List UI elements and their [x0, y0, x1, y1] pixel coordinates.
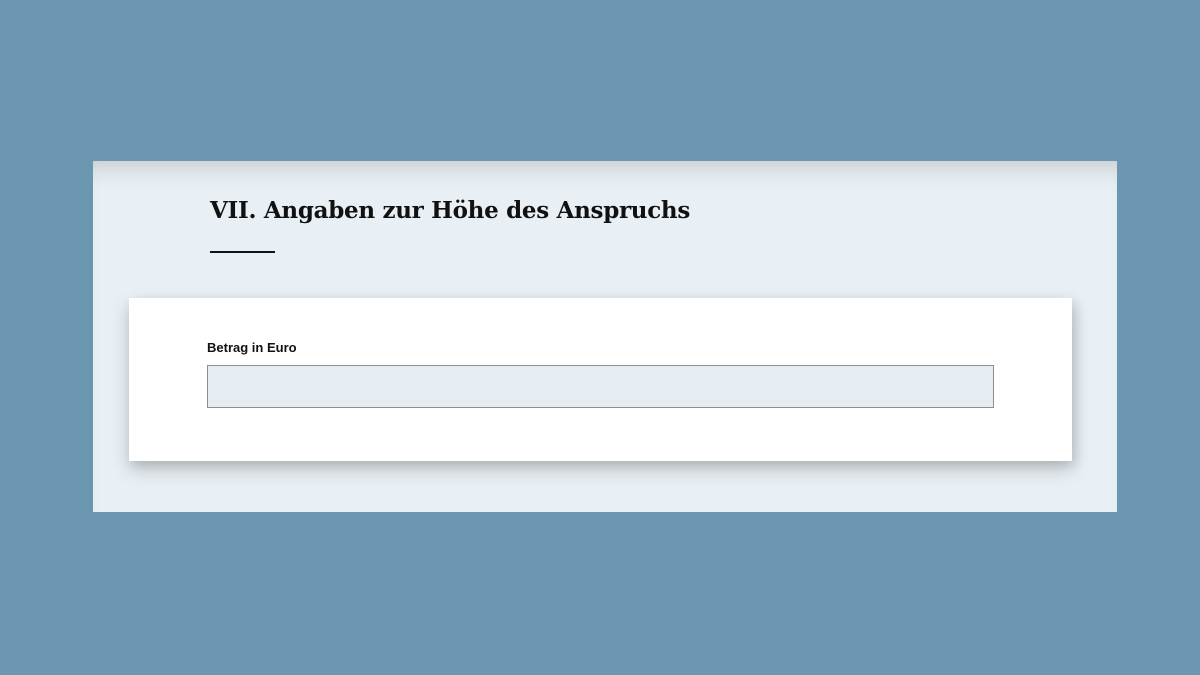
section-title: VII. Angaben zur Höhe des Anspruchs: [210, 197, 691, 224]
form-card: Betrag in Euro: [129, 298, 1072, 461]
amount-field-label: Betrag in Euro: [207, 340, 297, 355]
amount-input[interactable]: [207, 365, 994, 408]
title-underline-divider: [210, 251, 275, 253]
